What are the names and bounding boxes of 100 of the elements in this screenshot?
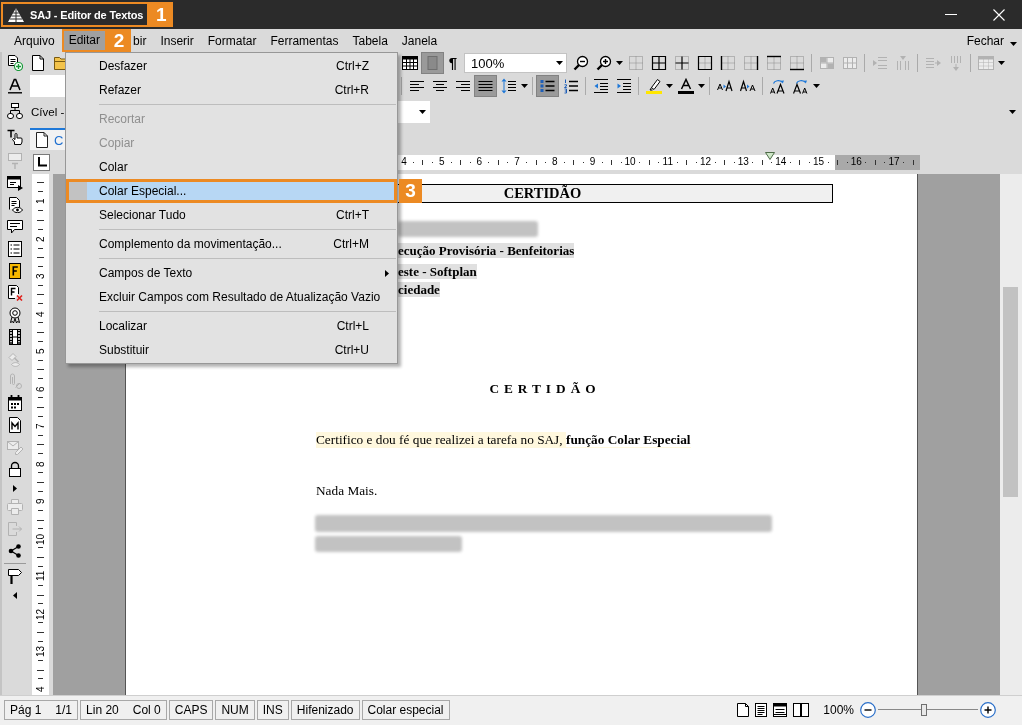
menu-item[interactable]: Desfazer Ctrl+Z <box>66 54 397 78</box>
document-title: CERTIDÃO <box>488 381 602 397</box>
tab-stop-button[interactable] <box>33 153 50 171</box>
award-icon[interactable] <box>7 307 23 323</box>
menu-bar-item[interactable]: Formatar <box>200 29 264 52</box>
align-right-icon[interactable] <box>454 78 471 94</box>
film-strip-icon[interactable] <box>7 329 23 345</box>
f-document-delete-icon[interactable] <box>7 285 23 301</box>
lock-icon[interactable] <box>7 461 23 477</box>
list-icon[interactable] <box>7 241 23 257</box>
zoom-out-icon[interactable] <box>572 55 589 71</box>
callout-badge: 2 <box>107 29 132 52</box>
menu-item[interactable]: Complemento da movimentação... Ctrl+M <box>66 232 397 256</box>
outside-borders-icon[interactable] <box>696 55 713 71</box>
close-icon[interactable] <box>993 8 1005 21</box>
f-document-icon[interactable] <box>7 263 23 279</box>
m-document-icon[interactable] <box>7 417 23 433</box>
field-text: este - Softplan <box>398 264 477 279</box>
single-page-icon[interactable] <box>737 702 750 717</box>
change-case-icon[interactable] <box>792 78 809 94</box>
shortcut-text: Ctrl+L <box>336 319 369 333</box>
caret-icon[interactable] <box>998 61 1005 65</box>
top-border-icon[interactable] <box>765 55 782 71</box>
line-spacing-icon[interactable] <box>500 78 517 94</box>
menu-item[interactable]: Colar <box>66 155 397 179</box>
two-pages-icon[interactable] <box>793 702 810 717</box>
text-field[interactable] <box>30 75 66 97</box>
indent-marker-icon[interactable] <box>765 151 775 160</box>
caret-icon[interactable] <box>13 484 17 492</box>
align-center-icon[interactable] <box>431 78 448 94</box>
ruler-number: 13 <box>737 156 750 168</box>
status-text: 1/1 <box>55 702 73 717</box>
menu-bar-item[interactable]: Janela <box>394 29 445 52</box>
caret-icon[interactable] <box>419 109 426 114</box>
menu-item[interactable]: Localizar Ctrl+L <box>66 314 397 338</box>
caret-icon[interactable] <box>698 84 705 88</box>
grow-font-icon[interactable] <box>716 78 733 94</box>
caret-icon[interactable] <box>1009 109 1016 114</box>
bottom-border-icon[interactable] <box>788 55 805 71</box>
menu-bar-item[interactable]: Editar <box>61 29 108 52</box>
align-left-icon[interactable] <box>408 78 425 94</box>
share-icon[interactable] <box>7 543 23 559</box>
web-layout-icon[interactable] <box>773 702 788 717</box>
zoom-in-icon[interactable] <box>595 55 612 71</box>
zoom-dropdown[interactable]: 100% <box>464 53 567 73</box>
menu-item[interactable]: Selecionar Tudo Ctrl+T <box>66 203 397 227</box>
right-border-icon[interactable] <box>742 55 759 71</box>
shrink-font-icon[interactable] <box>739 78 756 94</box>
ruler-number: 7 <box>34 422 47 431</box>
hierarchy-icon[interactable] <box>7 103 23 119</box>
left-border-icon[interactable] <box>719 55 736 71</box>
increase-indent-icon[interactable] <box>615 78 632 94</box>
menu-item[interactable]: Substituir Ctrl+U <box>66 338 397 362</box>
plus-circle-icon[interactable] <box>980 701 996 718</box>
scrollbar-thumb[interactable] <box>1003 287 1018 497</box>
menu-item[interactable]: Refazer Ctrl+R <box>66 78 397 102</box>
slider-thumb[interactable] <box>921 703 927 716</box>
text-hand-icon[interactable] <box>7 129 23 145</box>
scrollbar[interactable] <box>1000 174 1022 695</box>
change-case-icon[interactable] <box>769 78 786 94</box>
minus-circle-icon[interactable] <box>860 701 876 718</box>
menu-bar-item[interactable]: Inserir <box>153 29 201 52</box>
ruler-number: 6 <box>34 384 47 394</box>
pilcrow-button[interactable]: ¶ <box>444 53 462 73</box>
comment-icon[interactable] <box>7 219 23 235</box>
page-icon[interactable] <box>32 55 44 71</box>
caret-icon[interactable] <box>666 84 673 88</box>
inside-borders-icon[interactable] <box>673 55 690 71</box>
decrease-indent-icon[interactable] <box>592 78 609 94</box>
close-menu-item[interactable]: Fechar <box>962 29 1008 52</box>
menu-bar-item[interactable]: Tabela <box>345 29 395 52</box>
caret-icon[interactable] <box>616 61 623 65</box>
numbered-list-icon[interactable] <box>562 78 579 94</box>
caret-icon[interactable] <box>13 591 17 599</box>
dropdown-field[interactable] <box>398 100 430 123</box>
caret-icon[interactable] <box>556 61 563 65</box>
menu-bar-item[interactable]: Arquivo <box>7 29 62 52</box>
ruler-number: 5 <box>437 156 446 168</box>
caret-icon[interactable] <box>521 84 528 88</box>
menu-item[interactable]: Campos de Texto <box>66 261 397 285</box>
calendar-icon[interactable] <box>7 395 23 411</box>
highlighter-icon[interactable] <box>645 78 662 94</box>
document-plus-icon[interactable] <box>7 55 23 71</box>
menu-bar-item[interactable]: Ferramentas <box>263 29 346 52</box>
menu-item[interactable]: Excluir Campos com Resultado de Atualização Vazio <box>66 285 397 309</box>
menu-bar-item[interactable]: bir <box>131 29 154 52</box>
all-borders-icon[interactable] <box>650 55 667 71</box>
table-icon[interactable] <box>401 55 418 71</box>
window-icon[interactable] <box>7 175 23 191</box>
bullet-list-icon[interactable] <box>536 75 559 97</box>
shortcut-text: Ctrl+T <box>336 208 369 222</box>
justify-icon[interactable] <box>474 75 497 97</box>
document-eye-icon[interactable] <box>7 197 23 213</box>
signpost-icon[interactable] <box>7 568 23 584</box>
caret-icon[interactable] <box>813 84 820 88</box>
font-color-icon[interactable] <box>677 78 694 94</box>
status-text: CAPS <box>174 702 208 717</box>
caret-icon[interactable] <box>1010 41 1017 46</box>
text-style-icon[interactable] <box>7 78 23 94</box>
document-lines-icon[interactable] <box>755 702 768 717</box>
